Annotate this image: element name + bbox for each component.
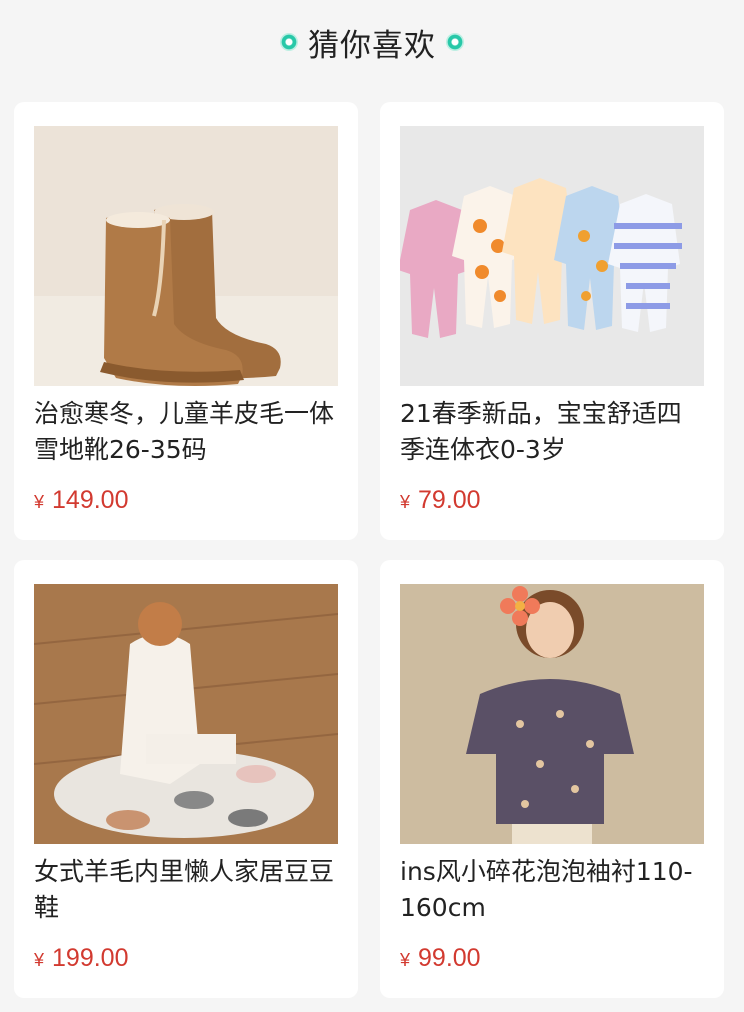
product-image-onesies[interactable] bbox=[400, 126, 704, 386]
currency-symbol: ¥ bbox=[34, 950, 45, 970]
product-price: ¥ 79.00 bbox=[400, 486, 481, 515]
product-image-floral-blouse[interactable] bbox=[400, 584, 704, 844]
price-value: 79.00 bbox=[418, 486, 481, 514]
currency-symbol: ¥ bbox=[400, 950, 411, 970]
product-image-loafers[interactable] bbox=[34, 584, 338, 844]
price-value: 149.00 bbox=[52, 486, 129, 514]
product-price: ¥ 199.00 bbox=[34, 944, 128, 973]
product-card[interactable]: ins风小碎花泡泡袖衬110-160cm ¥ 99.00 bbox=[380, 560, 724, 998]
section-header: 猜你喜欢 bbox=[0, 0, 744, 84]
product-price: ¥ 99.00 bbox=[400, 944, 481, 973]
product-name[interactable]: 女式羊毛内里懒人家居豆豆鞋 bbox=[34, 854, 338, 926]
product-image-boots[interactable] bbox=[34, 126, 338, 386]
currency-symbol: ¥ bbox=[34, 492, 45, 512]
section-title: 猜你喜欢 bbox=[308, 27, 436, 64]
decor-dot-icon bbox=[280, 33, 298, 51]
price-value: 199.00 bbox=[52, 944, 129, 972]
product-card[interactable]: 女式羊毛内里懒人家居豆豆鞋 ¥ 199.00 bbox=[14, 560, 358, 998]
product-card[interactable]: 治愈寒冬，儿童羊皮毛一体雪地靴26-35码 ¥ 149.00 bbox=[14, 102, 358, 540]
price-value: 99.00 bbox=[418, 944, 481, 972]
decor-dot-icon bbox=[446, 33, 464, 51]
product-name[interactable]: ins风小碎花泡泡袖衬110-160cm bbox=[400, 854, 704, 926]
product-grid: 治愈寒冬，儿童羊皮毛一体雪地靴26-35码 ¥ 149.00 21春季新品，宝宝… bbox=[0, 84, 744, 1012]
product-name[interactable]: 21春季新品，宝宝舒适四季连体衣0-3岁 bbox=[400, 396, 704, 468]
product-name[interactable]: 治愈寒冬，儿童羊皮毛一体雪地靴26-35码 bbox=[34, 396, 338, 468]
currency-symbol: ¥ bbox=[400, 492, 411, 512]
product-card[interactable]: 21春季新品，宝宝舒适四季连体衣0-3岁 ¥ 79.00 bbox=[380, 102, 724, 540]
product-price: ¥ 149.00 bbox=[34, 486, 128, 515]
recommend-section: 猜你喜欢 治愈寒冬，儿童羊皮毛一体雪地靴26-35码 ¥ 149.00 21春季… bbox=[0, 0, 744, 1012]
